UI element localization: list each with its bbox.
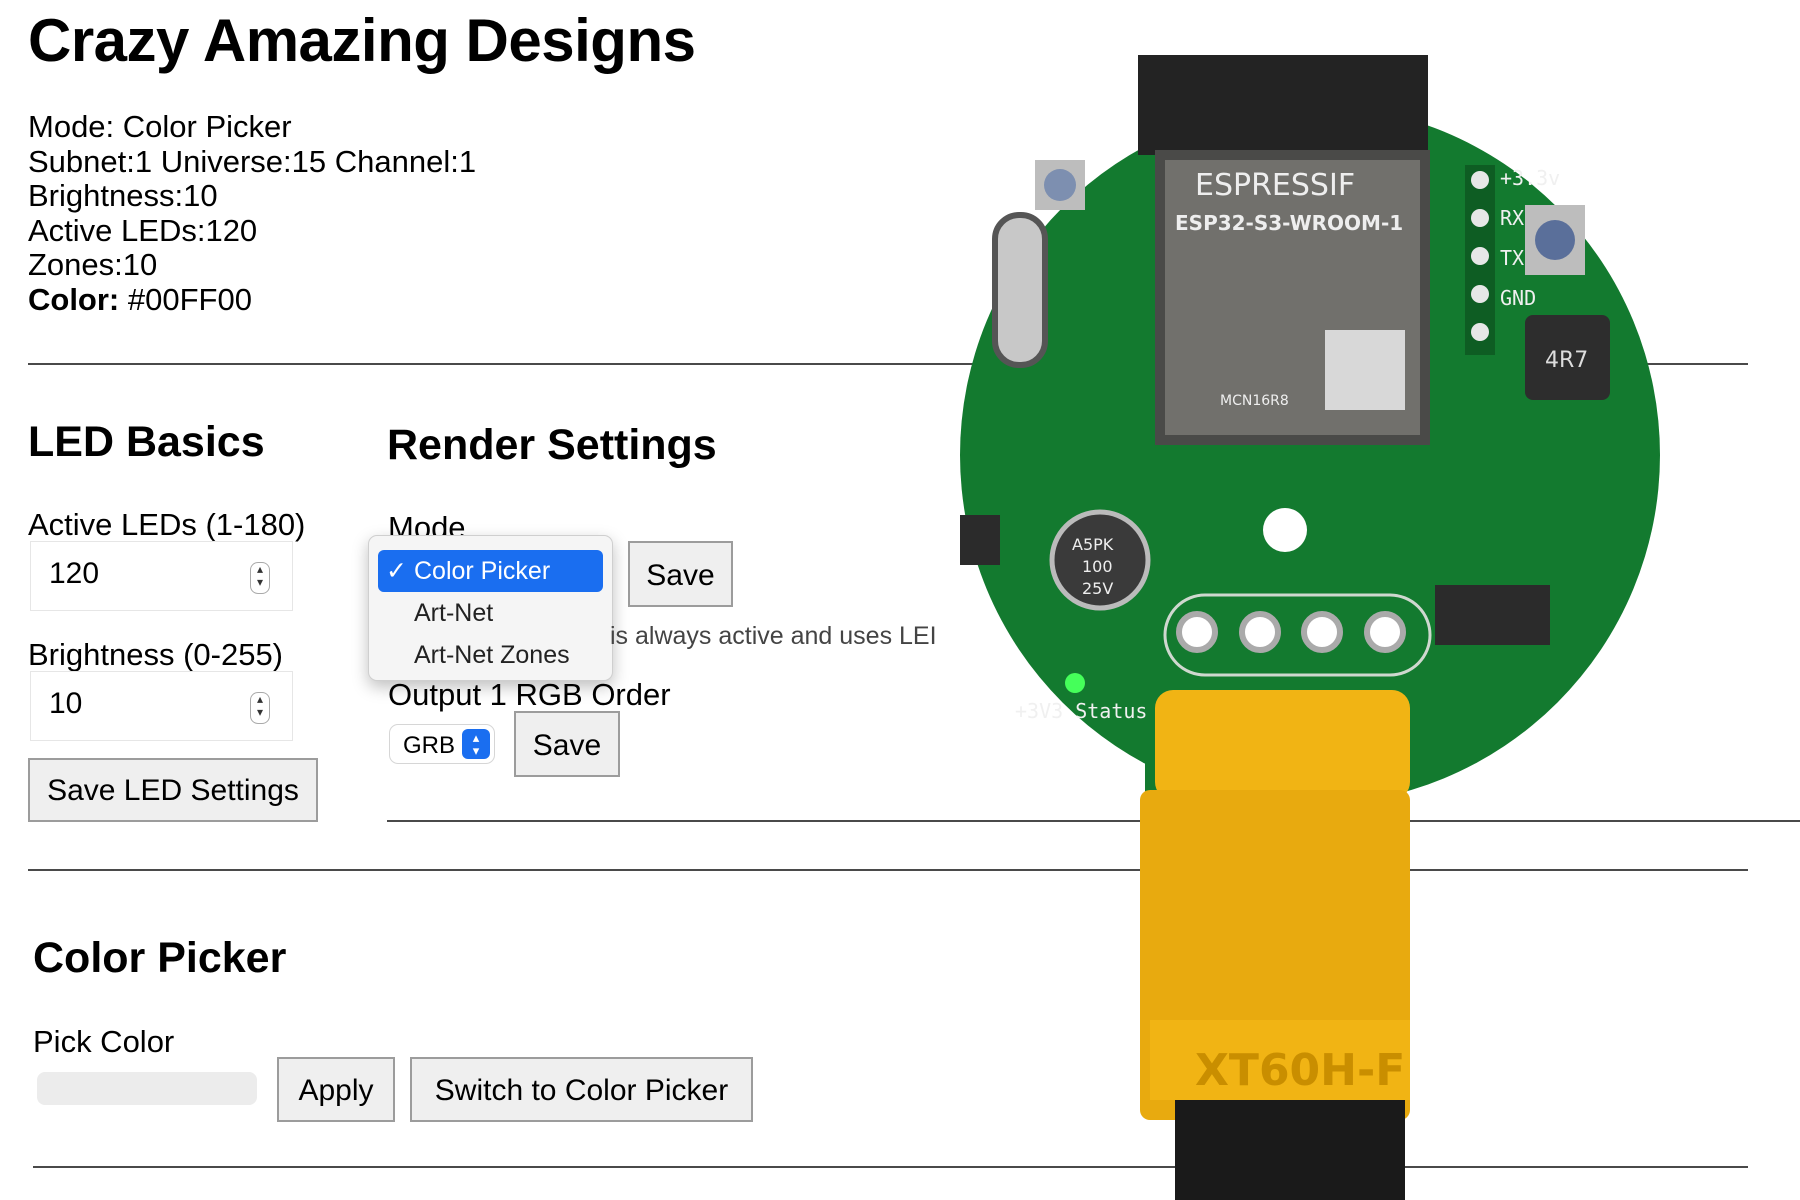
status-led [1065,673,1085,693]
active-leds-input[interactable]: 120 ▴ ▾ [30,541,293,611]
active-leds-label: Active LEDs (1-180) [28,507,306,542]
page-title: Crazy Amazing Designs [28,7,696,74]
rgb-order-value: GRB [403,732,456,759]
switch-to-color-picker-button[interactable]: Switch to Color Picker [410,1057,753,1122]
xt60-housing [1155,690,1410,800]
check-icon: ✓ [386,557,407,585]
color-input[interactable] [37,1072,257,1105]
mode-option-color-picker[interactable]: ✓ Color Picker [378,550,603,592]
svg-text:RX: RX [1500,206,1524,230]
header-pins [1465,165,1495,355]
svg-text:TX: TX [1500,246,1524,270]
qr-code [1325,330,1405,410]
status-color: Color: #00FF00 [28,281,476,318]
mode-option-art-net[interactable]: Art-Net [378,592,603,634]
mode-dropdown[interactable]: ✓ Color Picker Art-Net Art-Net Zones [368,535,613,681]
active-leds-value: 120 [49,557,100,590]
mounting-hole-h5 [1263,508,1307,552]
xt60-label: XT60H-F [1195,1045,1405,1096]
module-code-text: MCN16R8 [1220,393,1289,409]
color-picker-heading: Color Picker [33,934,287,982]
select-arrows-icon: ▴ ▾ [462,729,490,759]
svg-text:A5PK: A5PK [1072,535,1114,554]
status-zones: Zones:10 [28,247,158,282]
mode-save-button[interactable]: Save [628,541,733,607]
brightness-input[interactable]: 10 ▴ ▾ [30,671,293,741]
render-settings-heading: Render Settings [387,421,717,469]
ic-u6 [960,515,1000,565]
svg-text:25V: 25V [1082,579,1113,598]
cable [1175,1100,1405,1200]
brightness-value: 10 [49,687,83,720]
apply-button[interactable]: Apply [277,1057,395,1122]
pick-color-label: Pick Color [33,1024,175,1059]
module-model-text: ESP32-S3-WROOM-1 [1175,211,1403,235]
status-color-label: Color: [28,281,120,317]
stepper-icon[interactable]: ▴ ▾ [250,562,270,594]
brightness-label: Brightness (0-255) [28,637,284,672]
module-brand-text: ESPRESSIF [1195,168,1355,203]
status-panel: Mode: Color Picker Subnet:1 Universe:15 … [28,109,477,318]
svg-text:100: 100 [1082,557,1113,576]
rgb-order-label: Output 1 RGB Order [388,677,671,712]
led-basics-heading: LED Basics [28,418,265,466]
status-active-leds: Active LEDs:120 [28,212,258,248]
module-antenna [1138,55,1428,155]
save-led-settings-button[interactable]: Save LED Settings [28,758,318,822]
rgb-order-select[interactable]: GRB ▴ ▾ [389,724,495,764]
status-brightness: Brightness:10 [28,178,218,213]
ic-j5 [1435,585,1550,645]
mode-option-art-net-zones[interactable]: Art-Net Zones [378,634,603,676]
usb-c-port [992,212,1048,368]
pcb-photo: ESPRESSIF ESP32-S3-WROOM-1 MCN16R8 +3.3v… [960,55,1660,1200]
status-addressing: Subnet:1 Universe:15 Channel:1 [28,143,477,179]
status-mode: Mode: Color Picker [28,109,292,144]
svg-text:4R7: 4R7 [1545,348,1588,373]
svg-text:+3.3v: +3.3v [1500,166,1560,190]
stepper-icon[interactable]: ▴ ▾ [250,692,270,724]
status-color-value: #00FF00 [119,281,252,317]
rgb-order-save-button[interactable]: Save [514,711,620,777]
svg-text:GND: GND [1500,286,1536,310]
svg-text:+3V3 Status: +3V3 Status [1015,699,1147,723]
